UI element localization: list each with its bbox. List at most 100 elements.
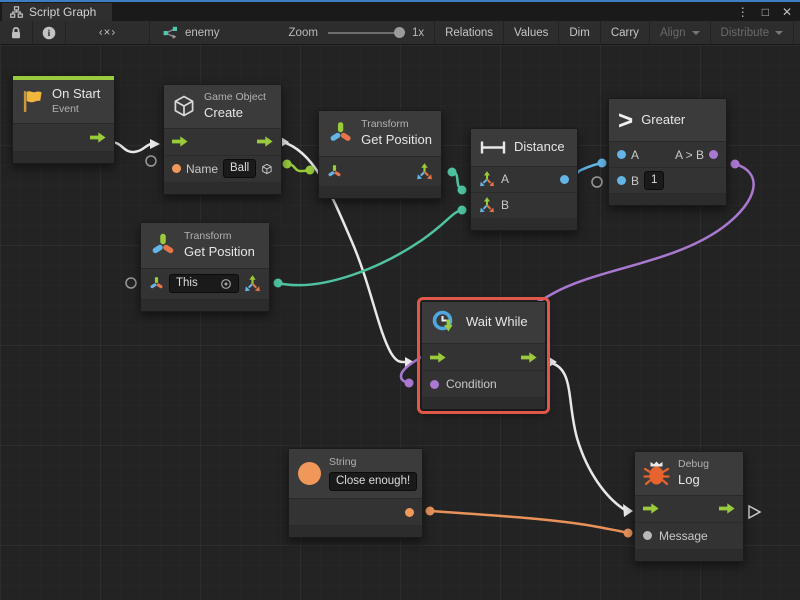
graph-toolbar: i ‹×› enemy Zoom 1x Relations Values Dim… xyxy=(0,21,800,45)
script-graph-icon xyxy=(10,6,23,18)
node-footer xyxy=(141,300,269,311)
info-icon: i xyxy=(42,26,56,40)
overview-button[interactable]: Overview xyxy=(794,21,800,44)
name-input-port[interactable] xyxy=(172,164,181,173)
node-footer xyxy=(164,183,281,194)
node-footer xyxy=(635,550,743,561)
flow-input-port[interactable] xyxy=(172,136,188,147)
graph-node-icon xyxy=(162,26,179,40)
maximize-icon[interactable]: □ xyxy=(762,5,769,19)
b-input-port[interactable] xyxy=(617,176,626,185)
window-menu-icon[interactable]: ⋮ xyxy=(737,5,749,19)
node-footer xyxy=(289,526,422,537)
distribute-dropdown[interactable]: Distribute xyxy=(711,21,795,44)
flow-output-port[interactable] xyxy=(90,132,106,143)
transform-input-port[interactable] xyxy=(149,276,164,291)
node-title: Log xyxy=(678,472,709,489)
port-label: A xyxy=(631,148,639,162)
flow-output-port[interactable] xyxy=(257,136,273,147)
wire-getposition-to-distance-a[interactable] xyxy=(448,168,467,195)
graph-breadcrumb[interactable]: enemy xyxy=(150,21,229,44)
svg-text:i: i xyxy=(48,29,51,39)
node-title: Greater xyxy=(641,112,685,129)
node-title: Get Position xyxy=(361,132,432,149)
node-footer xyxy=(609,194,726,205)
zoom-slider[interactable] xyxy=(328,32,402,34)
preview-code-button[interactable]: ‹×› xyxy=(66,21,150,44)
node-debug-log[interactable]: Debug Log Message xyxy=(634,451,744,562)
zoom-level: 1x xyxy=(412,27,424,39)
node-on-start[interactable]: On Start Event xyxy=(12,75,115,164)
port-label: B xyxy=(501,198,509,212)
distance-output-port[interactable] xyxy=(560,175,569,184)
flow-output-port[interactable] xyxy=(719,503,735,514)
object-picker-icon[interactable] xyxy=(261,162,273,176)
node-title: Wait While xyxy=(466,314,528,331)
node-category: Transform xyxy=(361,118,432,132)
node-title: Get Position xyxy=(184,244,255,261)
bug-icon xyxy=(643,459,670,487)
lock-button[interactable] xyxy=(0,21,33,44)
string-value-field[interactable]: Close enough! xyxy=(329,472,417,492)
result-label: A > B xyxy=(675,148,704,162)
dim-button[interactable]: Dim xyxy=(559,21,600,44)
port-label: A xyxy=(501,172,509,186)
node-create[interactable]: Game Object Create Name Ball xyxy=(163,84,282,195)
node-string-literal[interactable]: String Close enough! xyxy=(288,448,423,538)
node-subtitle: Event xyxy=(52,103,100,117)
transform-icon xyxy=(328,120,353,146)
unconnected-flow-output-indicator xyxy=(749,506,760,518)
transform-icon xyxy=(150,232,176,258)
node-greater[interactable]: > Greater A A > B B 1 xyxy=(608,98,727,206)
game-object-cube-icon xyxy=(172,94,196,118)
unconnected-port-indicator xyxy=(592,177,602,187)
node-get-position-self[interactable]: Transform Get Position This xyxy=(140,222,270,312)
node-category: Game Object xyxy=(204,91,266,105)
node-wait-while[interactable]: Wait While Condition xyxy=(421,301,546,410)
timer-icon xyxy=(431,309,458,336)
node-category: String xyxy=(329,456,417,470)
node-distance[interactable]: Distance A B xyxy=(470,128,578,231)
node-get-position-enemy[interactable]: Transform Get Position xyxy=(318,110,442,199)
wire-getposition-to-distance-b[interactable] xyxy=(274,206,467,288)
wire-onstart-to-create[interactable] xyxy=(108,138,160,152)
b-value-field[interactable]: 1 xyxy=(644,171,664,191)
node-footer xyxy=(471,219,577,230)
zoom-slider-handle[interactable] xyxy=(394,27,405,38)
window-controls: ⋮ □ ✕ xyxy=(737,3,792,21)
wire-string-to-message[interactable] xyxy=(426,507,633,538)
flow-input-port[interactable] xyxy=(430,352,446,363)
result-output-port[interactable] xyxy=(709,150,718,159)
flow-input-port[interactable] xyxy=(643,503,659,514)
transform-input-port[interactable] xyxy=(327,164,342,179)
tab-script-graph[interactable]: Script Graph xyxy=(2,3,112,21)
vector-b-input-port[interactable] xyxy=(479,197,495,213)
graph-canvas[interactable]: On Start Event Game Object Create Name xyxy=(0,45,800,600)
position-output-port[interactable] xyxy=(416,163,433,180)
relations-button[interactable]: Relations xyxy=(435,21,504,44)
a-input-port[interactable] xyxy=(617,150,626,159)
carry-button[interactable]: Carry xyxy=(601,21,650,44)
target-field[interactable]: This xyxy=(169,274,239,294)
node-category: Debug xyxy=(678,458,709,472)
flow-output-port[interactable] xyxy=(521,352,537,363)
string-icon xyxy=(298,462,321,485)
chevron-down-icon xyxy=(692,31,700,35)
values-button[interactable]: Values xyxy=(504,21,559,44)
node-footer xyxy=(13,152,114,163)
window-titlebar: Script Graph ⋮ □ ✕ xyxy=(0,0,800,21)
wire-waitwhile-to-log[interactable] xyxy=(549,357,633,517)
unconnected-port-indicator xyxy=(146,156,156,166)
position-output-port[interactable] xyxy=(244,275,261,292)
port-label: B xyxy=(631,174,639,188)
unconnected-port-indicator xyxy=(126,278,136,288)
target-picker-icon[interactable] xyxy=(220,278,232,290)
vector-a-input-port[interactable] xyxy=(479,171,495,187)
condition-input-port[interactable] xyxy=(430,380,439,389)
align-dropdown[interactable]: Align xyxy=(650,21,711,44)
inspect-button[interactable]: i xyxy=(33,21,66,44)
close-icon[interactable]: ✕ xyxy=(782,5,792,19)
string-output-port[interactable] xyxy=(405,508,414,517)
name-value-field[interactable]: Ball xyxy=(223,159,256,179)
message-input-port[interactable] xyxy=(643,531,652,540)
